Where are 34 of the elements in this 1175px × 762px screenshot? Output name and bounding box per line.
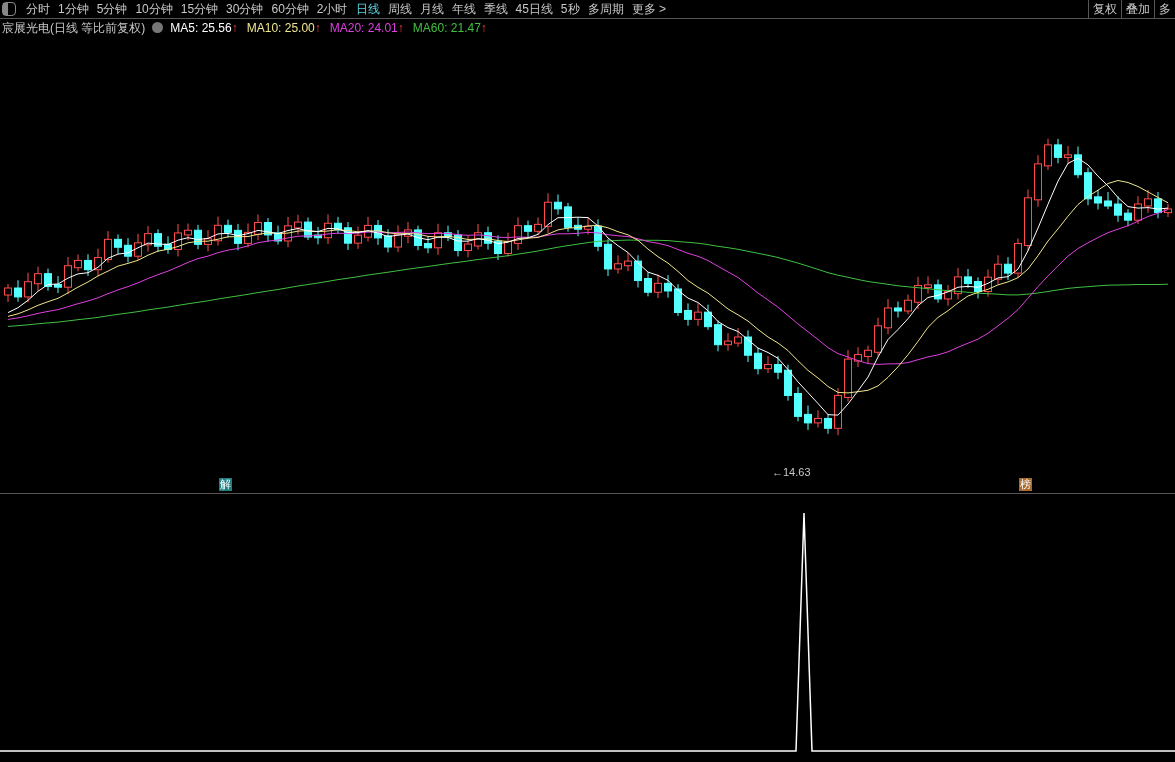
stock-title: 宸展光电(日线 等比前复权) [2, 19, 146, 37]
moving-average-label: MA5: 25.56 [170, 19, 232, 37]
toolbar-button[interactable]: 叠加 [1121, 0, 1154, 18]
dropdown-icon[interactable] [152, 22, 164, 33]
up-arrow: ↑ [231, 19, 238, 37]
period-tab[interactable]: 2小时 [316, 0, 348, 18]
period-tab[interactable]: 1分钟 [58, 0, 89, 18]
more-button[interactable]: 更多 > [631, 0, 666, 18]
signal-badge: 解 [219, 478, 232, 491]
period-tab[interactable]: 季线 [483, 0, 508, 18]
up-arrow: ↑ [397, 19, 404, 37]
moving-average-label: MA20: 24.01 [329, 19, 398, 37]
period-tab[interactable]: 60分钟 [271, 0, 309, 18]
low-price-label: ←14.63 [772, 465, 811, 480]
signal-badge: 榜 [1019, 478, 1032, 491]
period-tab[interactable]: 5秒 [560, 0, 580, 18]
toolbar-button[interactable]: 复权 [1088, 0, 1121, 18]
period-tab[interactable]: 45日线 [515, 0, 553, 18]
period-tab[interactable]: 周线 [387, 0, 412, 18]
period-tab[interactable]: 年线 [451, 0, 476, 18]
panel-toggle-icon[interactable] [2, 2, 16, 16]
period-tab[interactable]: 10分钟 [135, 0, 173, 18]
period-tab[interactable]: 15分钟 [180, 0, 219, 18]
period-tab[interactable]: 月线 [419, 0, 444, 18]
moving-average-label: MA10: 25.00 [246, 19, 315, 37]
up-arrow: ↑ [314, 19, 321, 37]
period-tab[interactable]: 分时 [26, 0, 50, 18]
period-tab[interactable]: 30分钟 [226, 0, 264, 18]
toolbar-button[interactable]: 多 [1154, 0, 1175, 18]
period-tab[interactable]: 5分钟 [96, 0, 128, 18]
period-tab[interactable]: 多周期 [587, 0, 624, 18]
period-tab[interactable]: 日线 [355, 0, 380, 18]
moving-average-label: MA60: 21.47 [412, 19, 481, 37]
up-arrow: ↑ [480, 19, 487, 37]
